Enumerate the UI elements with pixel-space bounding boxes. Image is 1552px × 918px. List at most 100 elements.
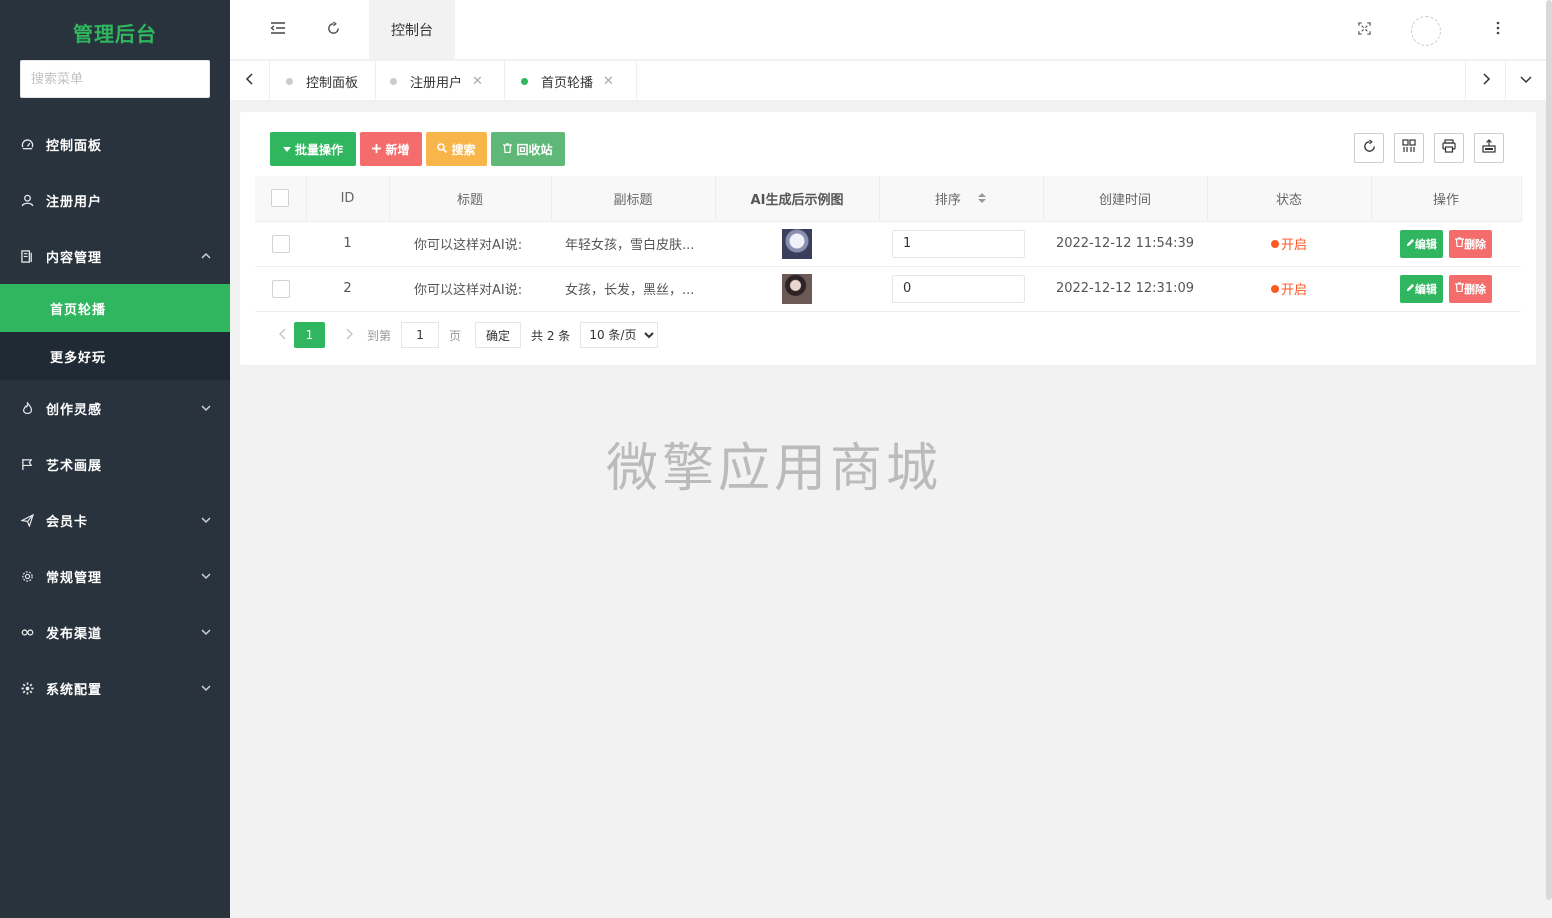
current-page[interactable]: 1 — [294, 322, 325, 348]
search-button[interactable]: 搜索 — [426, 132, 487, 166]
top-header: 控制台 — [230, 0, 1552, 60]
table-row: 2 你可以这样对AI说: 女孩，长发，黑丝，... 2022-12-12 12:… — [255, 266, 1521, 312]
menu-search-input[interactable] — [20, 60, 210, 98]
page-tab-dashboard[interactable]: 控制面板 — [270, 61, 376, 101]
sidebar-item-publish-channel[interactable]: 发布渠道 — [0, 604, 230, 660]
batch-operation-button[interactable]: 批量操作 — [270, 132, 356, 166]
delete-button[interactable]: 删除 — [1449, 229, 1493, 258]
status-switch[interactable]: 开启 — [1270, 234, 1307, 253]
goto-confirm-button[interactable]: 确定 — [475, 322, 522, 348]
collapse-sidebar-button[interactable] — [265, 0, 291, 60]
edit-label: 编辑 — [1414, 237, 1437, 251]
image-cell — [715, 266, 879, 312]
page-size-select[interactable]: 10 条/页 — [580, 322, 659, 348]
page-tab-bar: 控制面板 注册用户 ✕ 首页轮播 ✕ — [230, 61, 1552, 101]
sidebar-item-dashboard[interactable]: 控制面板 — [0, 116, 230, 172]
delete-button[interactable]: 删除 — [1449, 274, 1493, 303]
tab-dot — [521, 77, 528, 85]
tabs-dropdown-button[interactable] — [1505, 61, 1545, 101]
watermark: 微擎应用商城 — [606, 439, 943, 499]
created-time-cell: 2022-12-12 12:31:09 — [1043, 266, 1207, 312]
sidebar: 管理后台 控制面板 注册用户 内容管理 首页轮播 — [0, 0, 230, 918]
page-tab-users[interactable]: 注册用户 ✕ — [376, 61, 505, 101]
subtitle-cell: 年轻女孩，雪白皮肤... — [551, 221, 715, 267]
fire-icon — [20, 401, 34, 415]
avatar[interactable] — [1411, 16, 1441, 46]
column-header: 状态 — [1207, 176, 1372, 222]
cog-icon — [20, 681, 34, 695]
sort-icon[interactable] — [977, 192, 987, 208]
column-header: ID — [306, 176, 390, 222]
chevron-down-icon — [200, 626, 212, 638]
sort-cell — [879, 266, 1043, 312]
chevron-down-icon — [200, 570, 212, 582]
sidebar-subitem-home-carousel[interactable]: 首页轮播 — [0, 284, 230, 332]
goto-page-input[interactable] — [401, 322, 440, 348]
close-icon[interactable]: ✕ — [603, 74, 614, 89]
title-cell: 你可以这样对AI说: — [389, 221, 551, 267]
sidebar-item-system-config[interactable]: 系统配置 — [0, 660, 230, 716]
column-header: 操作 — [1371, 176, 1522, 222]
table-refresh-button[interactable] — [1354, 133, 1384, 163]
chevron-down-icon — [200, 514, 212, 526]
chevron-right-icon — [1481, 72, 1491, 90]
sidebar-item-users[interactable]: 注册用户 — [0, 172, 230, 228]
page-unit-label: 页 — [449, 328, 462, 343]
user-icon — [20, 193, 34, 207]
sidebar-subitem-label: 首页轮播 — [50, 302, 107, 318]
sidebar-item-content[interactable]: 内容管理 — [0, 228, 230, 284]
sidebar-item-member-card[interactable]: 会员卡 — [0, 492, 230, 548]
sidebar-item-label: 常规管理 — [46, 570, 103, 586]
example-image-thumbnail[interactable] — [782, 228, 812, 259]
sort-input[interactable] — [892, 229, 1025, 258]
more-vertical-icon — [1496, 21, 1500, 39]
title-cell: 你可以这样对AI说: — [389, 266, 551, 312]
chevron-left-icon — [245, 72, 255, 90]
row-checkbox[interactable] — [271, 234, 290, 253]
sidebar-subitem-more-fun[interactable]: 更多好玩 — [0, 332, 230, 380]
export-icon — [1482, 139, 1496, 157]
sort-input[interactable] — [892, 274, 1025, 303]
edit-button[interactable]: 编辑 — [1399, 274, 1443, 303]
add-button[interactable]: 新增 — [360, 132, 422, 166]
example-image-thumbnail[interactable] — [782, 273, 812, 304]
sort-cell — [879, 221, 1043, 267]
status-switch[interactable]: 开启 — [1270, 279, 1307, 298]
close-icon[interactable]: ✕ — [472, 74, 483, 89]
edit-button[interactable]: 编辑 — [1399, 229, 1443, 258]
fullscreen-button[interactable] — [1352, 0, 1376, 60]
sidebar-item-general-management[interactable]: 常规管理 — [0, 548, 230, 604]
print-button[interactable] — [1434, 133, 1464, 163]
sidebar-item-art-gallery[interactable]: 艺术画展 — [0, 436, 230, 492]
submenu-content: 首页轮播 更多好玩 — [0, 284, 230, 380]
row-checkbox[interactable] — [271, 279, 290, 298]
page-scrollbar[interactable] — [1546, 0, 1552, 900]
prev-page-button[interactable] — [270, 328, 294, 343]
next-page-button[interactable] — [337, 328, 361, 343]
sidebar-item-label: 发布渠道 — [46, 626, 103, 642]
sidebar-item-label: 内容管理 — [46, 250, 103, 266]
recycle-bin-button[interactable]: 回收站 — [491, 132, 565, 166]
pagination: 1 到第 页 确定 共 2 条 10 条/页 — [270, 322, 659, 348]
export-button[interactable] — [1474, 133, 1504, 163]
select-all-checkbox[interactable] — [271, 189, 290, 208]
refresh-button[interactable] — [320, 0, 346, 60]
column-header-label: 排序 — [934, 192, 961, 208]
tabs-scroll-left-button[interactable] — [230, 61, 270, 101]
print-icon — [1442, 139, 1456, 157]
edit-icon — [1406, 237, 1415, 250]
column-filter-button[interactable] — [1394, 133, 1424, 163]
page-tab-home-carousel[interactable]: 首页轮播 ✕ — [505, 61, 637, 101]
goto-label: 到第 — [367, 328, 392, 343]
header-checkbox-cell — [255, 176, 307, 222]
sidebar-item-inspiration[interactable]: 创作灵感 — [0, 380, 230, 436]
actions-cell: 编辑 删除 — [1371, 266, 1521, 312]
edit-label: 编辑 — [1414, 282, 1437, 296]
id-cell: 2 — [306, 266, 389, 312]
sortable-column-header[interactable]: 排序 — [879, 176, 1044, 222]
more-menu-button[interactable] — [1486, 0, 1510, 60]
tabs-scroll-right-button[interactable] — [1465, 61, 1505, 101]
column-header: AI生成后示例图 — [715, 176, 880, 222]
recycle-bin-label: 回收站 — [516, 142, 553, 157]
tab-console[interactable]: 控制台 — [369, 0, 455, 60]
